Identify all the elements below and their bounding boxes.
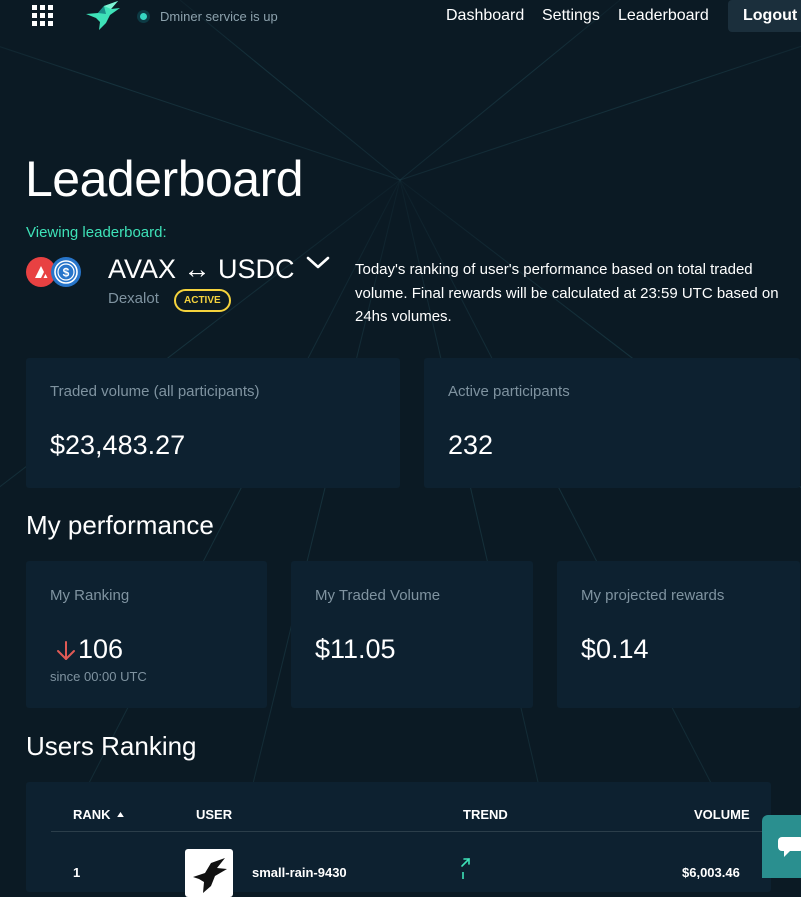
column-header-rank[interactable]: RANK	[73, 807, 125, 822]
table-row[interactable]: 1 small-rain-9430 $6,003.46	[26, 832, 771, 897]
avatar	[185, 849, 233, 897]
usdc-token-icon: $	[51, 257, 81, 287]
my-performance-title: My performance	[26, 510, 214, 540]
my-traded-volume-card: My Traded Volume $11.05	[291, 561, 533, 708]
apps-grid-icon[interactable]	[32, 5, 54, 27]
my-ranking-card: My Ranking 106 since 00:00 UTC	[26, 561, 267, 708]
traded-volume-card: Traded volume (all participants) $23,483…	[26, 358, 400, 488]
token-pair-icons: $	[26, 257, 81, 287]
users-ranking-title: Users Ranking	[26, 731, 197, 761]
arrow-up-right-icon	[461, 858, 470, 879]
my-ranking-value: 106	[78, 634, 124, 664]
my-traded-volume-label: My Traded Volume	[315, 587, 441, 604]
active-participants-card: Active participants 232	[424, 358, 800, 488]
column-header-trend: TREND	[463, 807, 508, 822]
my-traded-volume-value: $11.05	[315, 634, 396, 664]
hummingbird-logo-icon[interactable]	[84, 0, 122, 32]
nav-leaderboard-link[interactable]: Leaderboard	[618, 7, 709, 25]
pair-name[interactable]: AVAX ↔ USDC	[108, 254, 295, 285]
top-navigation: Dminer service is up Dashboard Settings …	[0, 0, 801, 32]
my-ranking-since: since 00:00 UTC	[50, 669, 147, 684]
traded-volume-value: $23,483.27	[50, 430, 186, 460]
my-projected-rewards-card: My projected rewards $0.14	[557, 561, 800, 708]
ranking-table: RANK USER TREND VOLUME 1 small-rain-9430…	[26, 782, 771, 897]
active-participants-value: 232	[448, 430, 494, 460]
column-header-user: USER	[196, 807, 233, 822]
chat-icon	[778, 837, 801, 857]
active-participants-label: Active participants	[448, 383, 570, 400]
chevron-down-icon[interactable]	[305, 253, 331, 273]
my-projected-rewards-value: $0.14	[581, 634, 649, 664]
logout-button[interactable]: Logout	[728, 0, 801, 32]
chat-widget-button[interactable]	[762, 815, 801, 878]
svg-text:$: $	[63, 266, 70, 280]
service-status-text: Dminer service is up	[160, 9, 278, 24]
exchange-name: Dexalot	[108, 290, 159, 307]
status-badge: ACTIVE	[174, 289, 231, 312]
arrow-down-icon	[57, 641, 75, 660]
page-title: Leaderboard	[25, 151, 304, 207]
sort-ascending-icon	[117, 812, 125, 817]
leaderboard-description: Today's ranking of user's performance ba…	[355, 261, 779, 325]
service-status-icon	[137, 10, 150, 23]
main-content: Leaderboard Viewing leaderboard: $ AVAX …	[0, 0, 801, 897]
my-ranking-label: My Ranking	[50, 587, 130, 604]
my-projected-rewards-label: My projected rewards	[581, 587, 725, 604]
nav-settings-link[interactable]: Settings	[542, 7, 600, 25]
column-header-volume: VOLUME	[694, 807, 750, 822]
bird-avatar-icon	[193, 858, 227, 893]
nav-dashboard-link[interactable]: Dashboard	[446, 7, 524, 25]
traded-volume-label: Traded volume (all participants)	[50, 383, 260, 400]
column-header-rank-label: RANK	[73, 807, 111, 822]
viewing-label: Viewing leaderboard:	[26, 224, 167, 241]
